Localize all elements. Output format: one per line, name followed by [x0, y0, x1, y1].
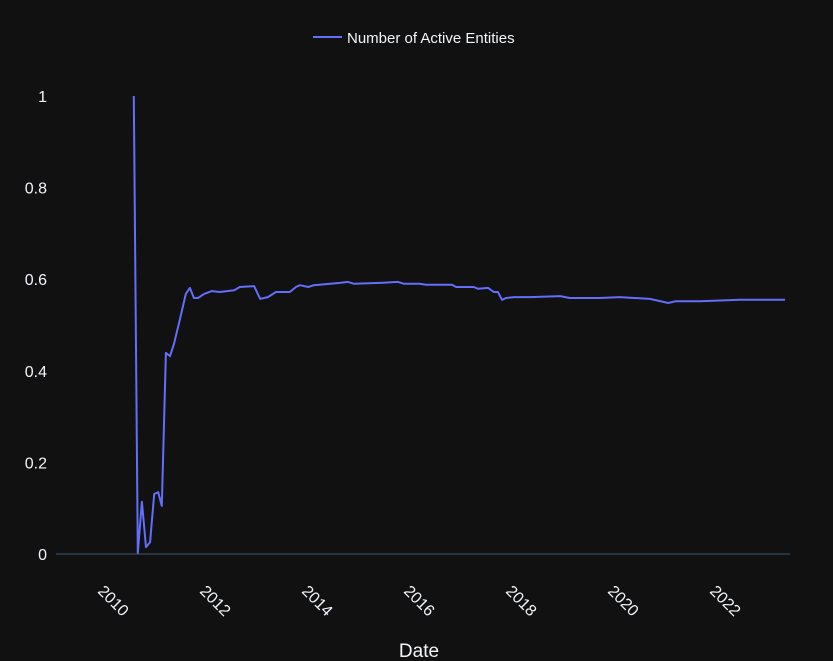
line-chart: Number of Active Entities 0 0.2 0.4 0.6 0.8 1… — [25, 30, 790, 661]
x-tick-label: 2016 — [400, 583, 437, 620]
legend-label: Number of Active Entities — [347, 30, 515, 47]
x-tick-label: 2012 — [196, 583, 233, 620]
x-axis: 2010 2012 2014 2016 2018 2020 2022 — [94, 583, 743, 620]
x-tick-label: 2022 — [706, 583, 743, 620]
x-tick-label: 2010 — [94, 583, 131, 620]
y-tick-label: 0.8 — [25, 181, 47, 198]
x-axis-title: Date — [399, 641, 439, 661]
legend[interactable]: Number of Active Entities — [313, 30, 515, 47]
y-axis: 0 0.2 0.4 0.6 0.8 1 — [25, 89, 47, 564]
y-tick-label: 1 — [38, 89, 47, 106]
x-tick-label: 2014 — [298, 583, 335, 620]
x-tick-label: 2020 — [604, 583, 641, 620]
series-line[interactable] — [132, 95, 785, 555]
y-tick-label: 0.2 — [25, 455, 47, 472]
y-tick-label: 0.4 — [25, 364, 47, 381]
y-tick-label: 0.6 — [25, 272, 47, 289]
y-tick-label: 0 — [38, 547, 47, 564]
series-layer — [132, 95, 785, 555]
x-tick-label: 2018 — [502, 583, 539, 620]
